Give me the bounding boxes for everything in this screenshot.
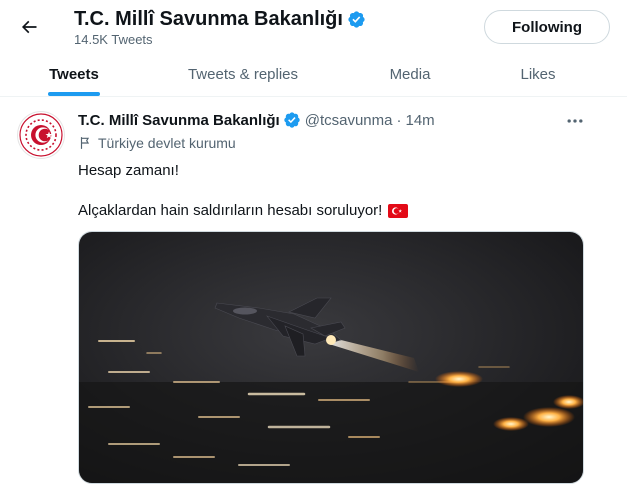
tab-media[interactable]: Media: [370, 52, 450, 96]
tweet-timestamp[interactable]: 14m: [405, 112, 434, 129]
ministry-logo-icon: [19, 113, 63, 157]
tab-tweets-replies[interactable]: Tweets & replies: [170, 52, 316, 96]
back-button[interactable]: [12, 10, 46, 44]
tweet-media-image[interactable]: [78, 231, 584, 484]
tweet-text-line-2: Alçaklardan hain saldırıların hesabı sor…: [78, 201, 409, 221]
turkish-flag-emoji-icon: [388, 204, 409, 218]
profile-name: T.C. Millî Savunma Bakanlığı: [74, 7, 366, 31]
tweet-text-line-1: Hesap zamanı!: [78, 162, 179, 179]
tweet-count: 14.5K Tweets: [74, 32, 153, 47]
government-label-text[interactable]: Türkiye devlet kurumu: [98, 135, 236, 151]
following-button[interactable]: Following: [484, 10, 610, 44]
active-tab-indicator: [48, 92, 100, 96]
tab-likes[interactable]: Likes: [505, 52, 571, 96]
profile-name-text: T.C. Millî Savunma Bakanlığı: [74, 8, 343, 30]
tab-tweets[interactable]: Tweets: [24, 52, 124, 96]
profile-tabs: Tweets Tweets & replies Media Likes: [0, 52, 627, 97]
tweet-author-handle[interactable]: @tcsavunma: [305, 112, 393, 129]
separator-dot: ·: [396, 111, 402, 129]
profile-title-block: T.C. Millî Savunma Bakanlığı 14.5K Tweet…: [74, 7, 366, 48]
more-dots-icon: [567, 119, 583, 123]
verified-badge-icon: [347, 10, 366, 29]
back-arrow-icon: [21, 20, 37, 34]
fighter-jet-photo: [79, 232, 583, 483]
tweet-header: T.C. Millî Savunma Bakanlığı @tcsavunma …: [78, 111, 435, 129]
tweet-text-line-2-text: Alçaklardan hain saldırıların hesabı sor…: [78, 202, 383, 219]
tweet-author-name[interactable]: T.C. Millî Savunma Bakanlığı: [78, 112, 280, 129]
profile-header: T.C. Millî Savunma Bakanlığı 14.5K Tweet…: [0, 0, 627, 52]
flag-icon: [78, 136, 92, 150]
more-options-button[interactable]: [560, 108, 590, 134]
avatar[interactable]: [18, 112, 64, 158]
government-label: Türkiye devlet kurumu: [78, 135, 236, 151]
verified-badge-icon: [283, 111, 301, 129]
